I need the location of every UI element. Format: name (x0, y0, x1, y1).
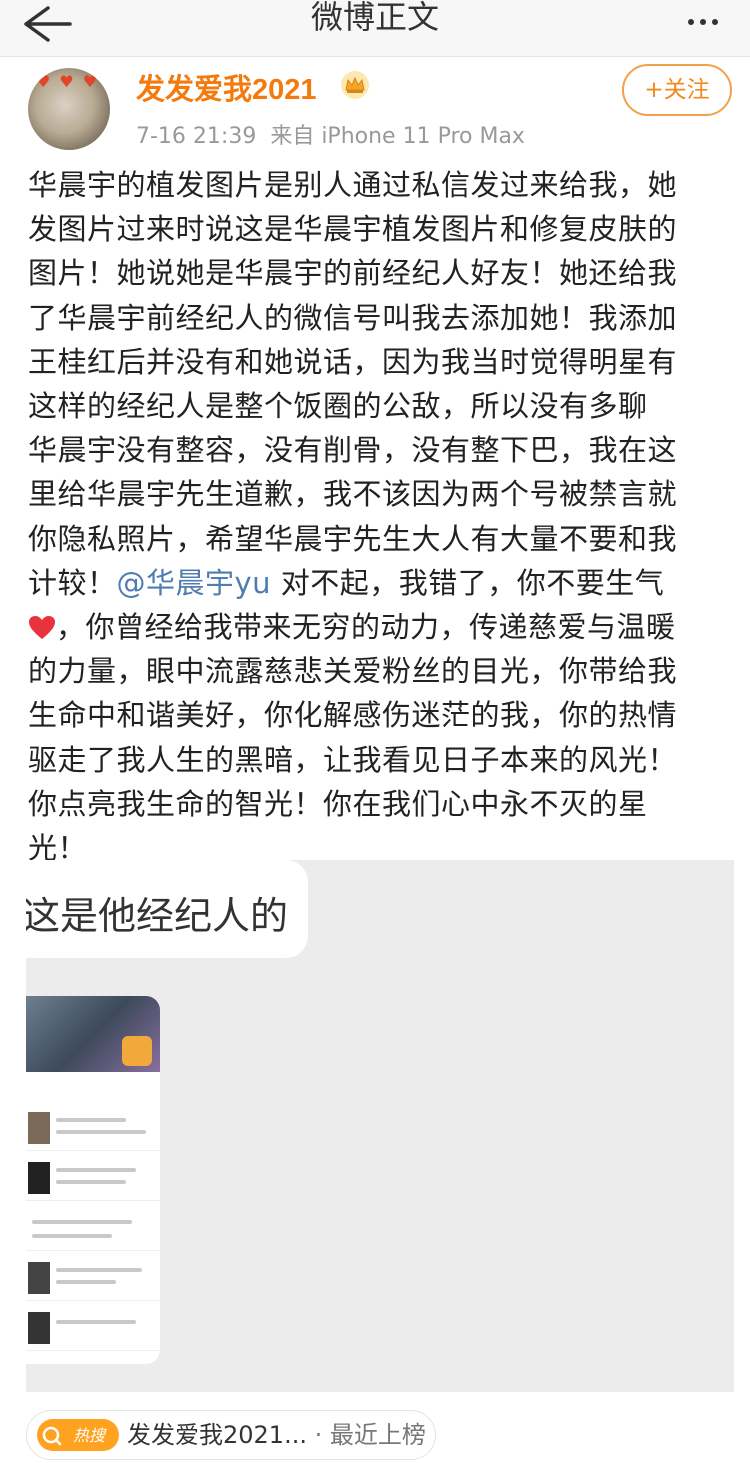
text-line (32, 1220, 132, 1224)
text-line (56, 1280, 116, 1284)
content-line: 里给华晨宇先生道歉，我不该因为两个号被禁言就 (28, 477, 678, 512)
top-navigation-bar: 微博正文 (0, 0, 750, 57)
phone-screenshot (26, 996, 160, 1364)
hot-search-icon: 热搜 (37, 1419, 119, 1451)
avatar[interactable]: ♥ ♥ ♥ (28, 68, 110, 150)
heart-icon (29, 616, 55, 640)
content-line: 了华晨宇前经纪人的微信号叫我去添加她！我添加 (28, 300, 678, 335)
text-line (56, 1320, 136, 1324)
text-line (56, 1180, 126, 1184)
content-line: ，你曾经给我带来无穷的动力，传递慈爱与温暖 (28, 605, 728, 649)
content-text: ，你曾经给我带来无穷的动力，传递慈爱与温暖 (56, 610, 676, 645)
post-image[interactable]: 这是他经纪人的 (26, 860, 734, 1392)
content-line: 王桂红后并没有和她说话，因为我当时觉得明星有 (28, 344, 678, 379)
post-source: 来自 iPhone 11 Pro Max (270, 124, 525, 149)
crown-icon (341, 71, 369, 99)
thumbnail (28, 1312, 50, 1344)
content-line: 计较！@华晨宇yu 对不起，我错了，你不要生气 (28, 561, 728, 605)
content-line: 驱走了我人生的黑暗，让我看见日子本来的风光！ (28, 742, 678, 777)
avatar-decoration: ♥ ♥ ♥ (36, 72, 100, 91)
content-line: 这样的经纪人是整个饭圈的公敌，所以没有多聊 (28, 389, 648, 424)
list-item (26, 1256, 160, 1301)
follow-button[interactable]: +关注 (622, 64, 732, 116)
username[interactable]: 发发爱我2021 (136, 66, 317, 108)
post-content: 华晨宇的植发图片是别人通过私信发过来给我，她 发图片过来时说这是华晨宇植发图片和… (28, 163, 728, 870)
hot-search-text: 发发爱我2021... · 最近上榜 (127, 1411, 426, 1459)
content-line: 的力量，眼中流露慈悲关爱粉丝的目光，你带给我 (28, 654, 678, 689)
list-item (26, 1106, 160, 1151)
thumbnail (28, 1112, 50, 1144)
content-text: 对不起，我错了，你不要生气 (271, 565, 665, 600)
hot-search-icon-label: 热搜 (73, 1426, 107, 1445)
post-time: 7-16 21:39 (136, 124, 257, 149)
content-line: 华晨宇没有整容，没有削骨，没有整下巴，我在这 (28, 433, 678, 468)
app-icon (122, 1036, 152, 1066)
text-line (56, 1118, 126, 1122)
post-meta: 7-16 21:39 来自 iPhone 11 Pro Max (136, 118, 539, 150)
text-line (32, 1234, 112, 1238)
content-line: 华晨宇的植发图片是别人通过私信发过来给我，她 (28, 168, 678, 202)
content-line: 图片！她说她是华晨宇的前经纪人好友！她还给我 (28, 256, 678, 291)
list-item (26, 1156, 160, 1201)
thumbnail (28, 1262, 50, 1294)
list-item (26, 1206, 160, 1251)
page-title: 微博正文 (310, 0, 439, 36)
mention-link[interactable]: @华晨宇yu (117, 566, 272, 600)
hot-search-tag[interactable]: 热搜 发发爱我2021... · 最近上榜 (26, 1410, 436, 1460)
chat-bubble-text: 这是他经纪人的 (26, 894, 289, 938)
content-line: 发图片过来时说这是华晨宇植发图片和修复皮肤的 (28, 212, 678, 247)
chat-bubble: 这是他经纪人的 (26, 860, 308, 958)
text-line (56, 1168, 136, 1172)
list-item (26, 1306, 160, 1351)
text-line (56, 1268, 142, 1272)
content-line: 你隐私照片，希望华晨宇先生大人有大量不要和我 (28, 521, 678, 556)
content-line: 生命中和谐美好，你化解感伤迷茫的我，你的热情 (28, 698, 678, 733)
thumbnail (28, 1162, 50, 1194)
more-dots-icon[interactable] (688, 10, 728, 25)
content-line: 你点亮我生命的智光！你在我们心中永不灭的星 (28, 786, 648, 821)
text-line (56, 1130, 146, 1134)
hot-search-title: 发发爱我2021... (127, 1421, 307, 1449)
hot-search-sub: · 最近上榜 (314, 1421, 426, 1449)
content-text: 计较！ (28, 565, 117, 600)
